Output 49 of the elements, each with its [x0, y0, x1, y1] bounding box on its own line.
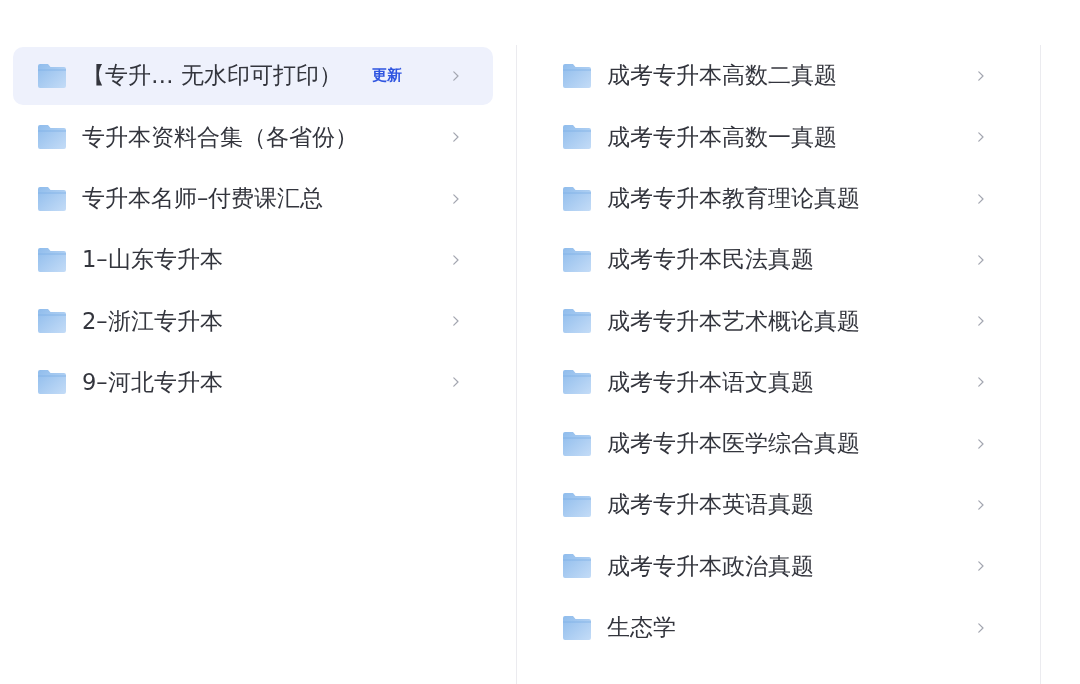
folder-item[interactable]: 成考专升本英语真题	[538, 476, 1018, 535]
folder-icon	[38, 370, 66, 395]
folder-item[interactable]: 成考专升本高数一真题	[538, 108, 1018, 167]
chevron-icon	[978, 561, 984, 572]
folder-icon	[563, 615, 591, 640]
folder-item[interactable]: 2–浙江专升本	[13, 292, 493, 351]
folder-item[interactable]: 成考专升本医学综合真题	[538, 414, 1018, 473]
chevron-icon	[453, 132, 459, 143]
folder-icon	[38, 186, 66, 211]
folder-icon	[563, 186, 591, 211]
folder-icon	[563, 493, 591, 518]
chevron-icon	[453, 316, 459, 327]
folder-icon	[563, 125, 591, 150]
chevron-icon	[453, 193, 459, 204]
folder-icon	[563, 64, 591, 88]
folder-item[interactable]: 成考专升本教育理论真题	[538, 169, 1018, 228]
folder-item[interactable]: 成考专升本高数二真题	[538, 47, 1018, 105]
folder-icon	[38, 309, 66, 334]
chevron-icon	[978, 438, 984, 449]
chevron-icon	[978, 622, 984, 633]
chevron-icon	[978, 193, 984, 204]
folder-item[interactable]: 成考专升本艺术概论真题	[538, 292, 1018, 351]
chevron-icon	[453, 71, 459, 81]
folder-icon	[563, 431, 591, 456]
folder-icon	[563, 554, 591, 579]
folder-icon	[38, 125, 66, 150]
chevron-icon	[453, 254, 459, 265]
chevron-icon	[978, 316, 984, 327]
chevron-icon	[978, 254, 984, 265]
folder-item[interactable]: 成考专升本语文真题	[538, 353, 1018, 412]
folder-item[interactable]: 专升本资料合集（各省份）	[13, 108, 493, 167]
folder-icon	[563, 309, 591, 334]
folder-icon	[38, 247, 66, 272]
chevron-icon	[978, 500, 984, 511]
folder-icon	[563, 370, 591, 395]
folder-item[interactable]: 生态学	[538, 598, 1018, 657]
folder-item[interactable]: 专升本名师–付费课汇总	[13, 169, 493, 228]
chevron-icon	[978, 377, 984, 388]
chevron-icon	[978, 71, 984, 81]
folder-item[interactable]: 成考专升本民法真题	[538, 230, 1018, 289]
folder-item[interactable]: 9–河北专升本	[13, 353, 493, 412]
chevron-icon	[978, 132, 984, 143]
folder-icon	[38, 64, 66, 88]
folder-item[interactable]: 成考专升本政治真题	[538, 537, 1018, 596]
folder-item[interactable]: 1–山东专升本	[13, 230, 493, 289]
folder-icon	[563, 247, 591, 272]
update-label: 更新	[371, 66, 402, 86]
chevron-icon	[453, 377, 459, 388]
folder-item[interactable]: 【专升… 无水印可打印） 更新	[13, 47, 493, 105]
